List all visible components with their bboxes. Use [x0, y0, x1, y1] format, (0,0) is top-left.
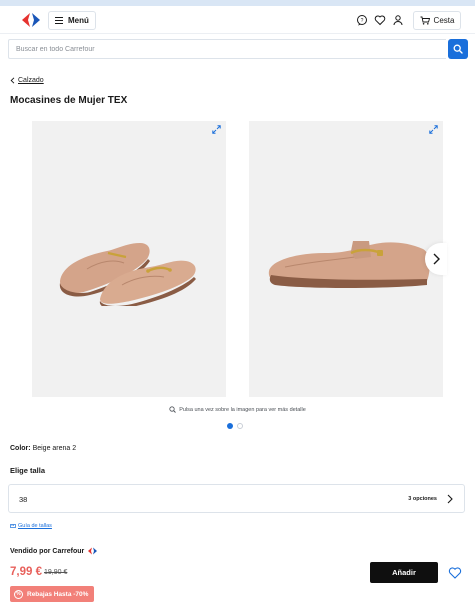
breadcrumb-link-calzado[interactable]: Calzado [18, 77, 44, 84]
size-options-count: 3 opciones [408, 496, 437, 502]
color-label: Color: [10, 445, 31, 452]
size-guide-label: Guía de tallas [18, 523, 52, 529]
carrefour-logo[interactable] [20, 12, 42, 28]
product-image-2[interactable] [249, 121, 443, 397]
chevron-left-icon [10, 77, 15, 84]
expand-icon[interactable] [429, 125, 438, 134]
size-value: 38 [19, 495, 28, 504]
cart-label: Cesta [433, 16, 455, 25]
support-chat-icon[interactable]: ? [356, 14, 368, 26]
size-selector[interactable]: 38 3 opciones [8, 484, 465, 513]
discount-icon: % [14, 589, 23, 599]
chevron-right-icon [433, 253, 440, 265]
gallery-dot-2[interactable] [237, 423, 243, 429]
add-to-cart-button[interactable]: Añadir [370, 562, 438, 583]
cart-button[interactable]: Cesta [413, 11, 461, 30]
color-value: Beige arena 2 [32, 445, 77, 452]
zoom-icon [169, 406, 177, 413]
search-bar [8, 39, 468, 59]
chevron-right-icon [447, 494, 453, 504]
site-header: Menú ? Cesta [0, 6, 475, 34]
search-input[interactable] [8, 39, 446, 59]
search-icon [453, 44, 463, 54]
gallery-dot-1[interactable] [227, 423, 233, 429]
size-guide-link[interactable]: Guía de tallas [10, 523, 52, 529]
seller-label: Vendido por Carrefour [10, 547, 85, 555]
old-price: 19,90 € [44, 569, 68, 576]
promo-badge[interactable]: % Rebajas Hasta -70% [10, 586, 95, 602]
svg-text:?: ? [361, 18, 364, 24]
heart-icon[interactable] [374, 14, 386, 26]
carrefour-logo [88, 547, 98, 555]
user-icon[interactable] [392, 14, 404, 26]
expand-icon[interactable] [212, 125, 221, 134]
loafer-side-image [268, 241, 430, 288]
promo-label: Rebajas Hasta -70% [27, 590, 89, 598]
menu-label: Menú [68, 16, 89, 25]
cart-icon [420, 16, 430, 25]
size-label: Elige talla [10, 466, 46, 475]
product-title: Mocasines de Mujer TEX [10, 95, 128, 106]
favorite-heart-icon[interactable] [448, 566, 462, 579]
ruler-icon [10, 524, 16, 528]
product-image-1[interactable] [32, 121, 226, 397]
hamburger-icon [55, 17, 63, 24]
color-info: Color: Beige arena 2 [10, 445, 76, 452]
zoom-hint-text: Pulsa una vez sobre la imagen para ver m… [179, 406, 306, 413]
seller-info: Vendido por Carrefour [10, 547, 98, 555]
zoom-hint: Pulsa una vez sobre la imagen para ver m… [0, 406, 475, 413]
breadcrumb: Calzado [10, 77, 44, 84]
loafer-pair-image [59, 243, 196, 306]
search-button[interactable] [448, 39, 468, 59]
menu-button[interactable]: Menú [48, 11, 96, 30]
current-price: 7,99 € [10, 566, 42, 578]
gallery-dots [227, 423, 243, 429]
